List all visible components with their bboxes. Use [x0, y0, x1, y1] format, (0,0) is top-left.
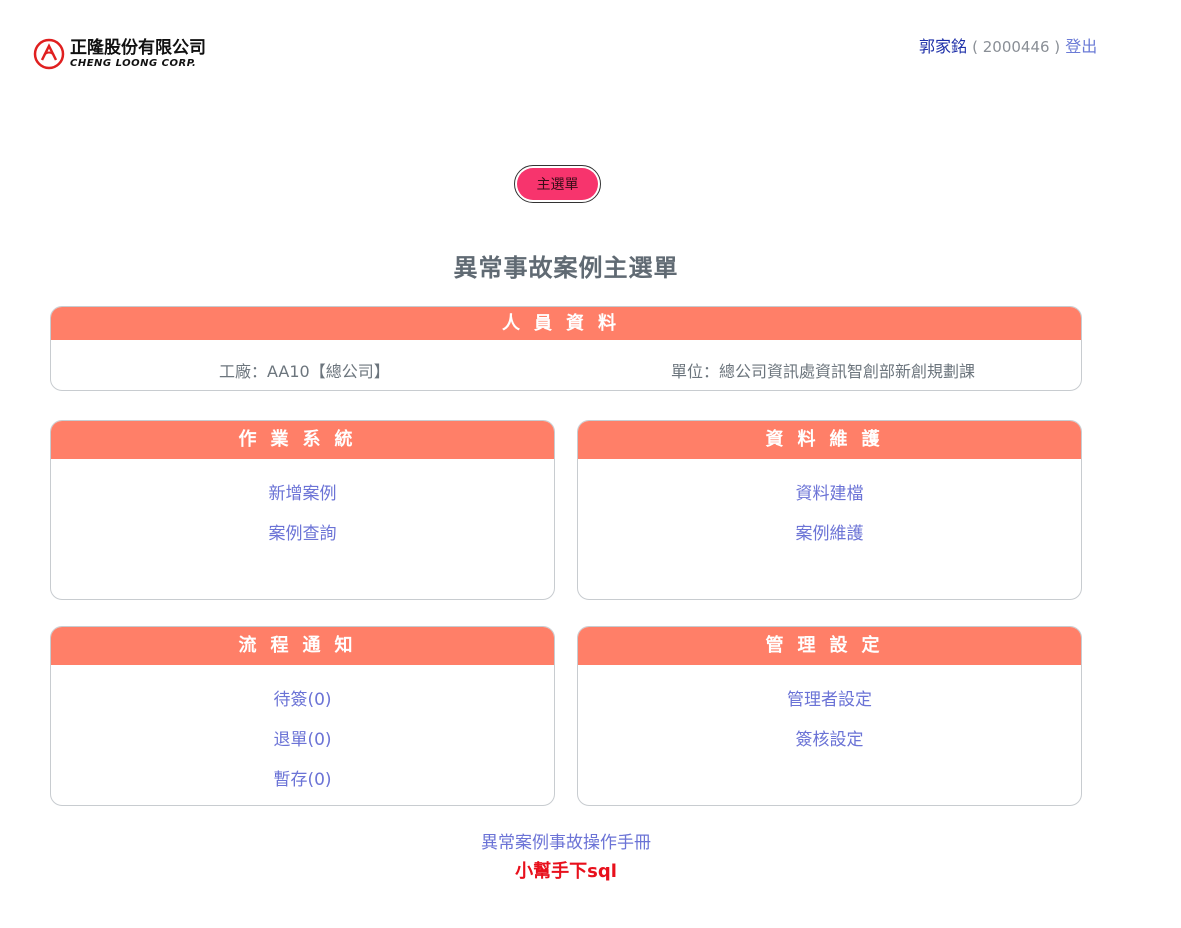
pending-sign-link[interactable]: 待簽(0) [51, 685, 554, 725]
admin-card-header: 管理設定 [578, 627, 1081, 665]
unit-info: 單位：總公司資訊處資訊智創部新創規劃課 [671, 362, 976, 381]
data-entry-link[interactable]: 資料建檔 [578, 479, 1081, 519]
company-logo-icon [33, 38, 65, 70]
personnel-card: 人員資料 工廠：AA10【總公司】 單位：總公司資訊處資訊智創部新創規劃課 [50, 306, 1082, 391]
add-case-link[interactable]: 新增案例 [51, 479, 554, 519]
approval-settings-link[interactable]: 簽核設定 [578, 725, 1081, 765]
main-menu-button-label: 主選單 [517, 168, 598, 200]
operations-card-header: 作業系統 [51, 421, 554, 459]
personnel-card-header: 人員資料 [51, 307, 1081, 340]
workflow-card: 流程通知 待簽(0) 退單(0) 暫存(0) [50, 626, 555, 806]
manual-link[interactable]: 異常案例事故操作手冊 [0, 828, 1132, 853]
workflow-card-header: 流程通知 [51, 627, 554, 665]
returned-link[interactable]: 退單(0) [51, 725, 554, 765]
draft-link[interactable]: 暫存(0) [51, 765, 554, 805]
main-menu-button[interactable]: 主選單 [514, 165, 601, 203]
company-logo: 正隆股份有限公司 CHENG LOONG CORP. [33, 37, 206, 71]
logo-chinese-name: 正隆股份有限公司 [70, 37, 206, 58]
operations-card: 作業系統 新增案例 案例查詢 [50, 420, 555, 600]
user-id: ( 2000446 ) [972, 38, 1061, 56]
data-maintenance-card: 資料維護 資料建檔 案例維護 [577, 420, 1082, 600]
user-bar: 郭家銘 ( 2000446 ) 登出 [919, 33, 1097, 57]
case-query-link[interactable]: 案例查詢 [51, 519, 554, 559]
logo-english-name: CHENG LOONG CORP. [70, 57, 197, 69]
admin-card: 管理設定 管理者設定 簽核設定 [577, 626, 1082, 806]
case-maintenance-link[interactable]: 案例維護 [578, 519, 1081, 559]
data-maintenance-card-header: 資料維護 [578, 421, 1081, 459]
user-name: 郭家銘 [919, 37, 968, 56]
factory-info: 工廠：AA10【總公司】 [219, 362, 390, 381]
admin-settings-link[interactable]: 管理者設定 [578, 685, 1081, 725]
logout-link[interactable]: 登出 [1065, 37, 1097, 56]
helper-sql-link[interactable]: 小幫手下sql [0, 857, 1132, 883]
page-title: 異常事故案例主選單 [453, 254, 679, 282]
